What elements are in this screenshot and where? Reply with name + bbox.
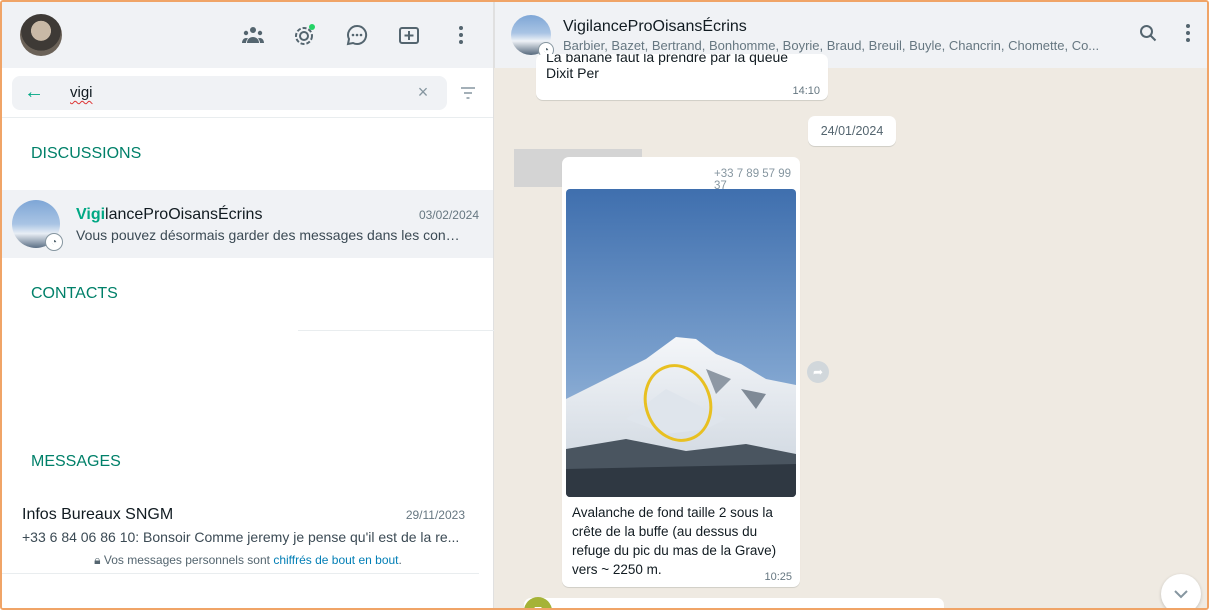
chat-name-highlight: Vigi <box>76 205 106 223</box>
left-header <box>2 2 493 68</box>
app-window: ← vigi × DISCUSSIONS ◔ VigilanceProOisan… <box>0 0 1209 610</box>
message-text: Dixit Per <box>546 65 599 81</box>
next-message-bubble[interactable] <box>524 598 944 608</box>
chat-name: VigilanceProOisansÉcrins <box>76 206 262 224</box>
forward-icon[interactable]: ➦ <box>807 361 829 383</box>
status-icon[interactable] <box>293 23 317 47</box>
encryption-prefix: Vos messages personnels sont <box>103 553 274 567</box>
image-message-bubble[interactable]: +33 7 89 57 99 37 Avalanche de fond tail… <box>562 157 800 587</box>
avalanche-photo[interactable] <box>566 189 796 497</box>
search-bar: ← vigi × <box>2 68 493 118</box>
chat-preview: Vous pouvez désormais garder des message… <box>76 226 462 243</box>
contacts-empty <box>2 330 494 430</box>
back-arrow-icon[interactable]: ← <box>24 81 60 104</box>
scroll-down-button[interactable] <box>1161 574 1201 608</box>
section-discussions: DISCUSSIONS <box>31 145 142 162</box>
filter-icon[interactable] <box>453 86 483 99</box>
chat-list-panel: ← vigi × DISCUSSIONS ◔ VigilanceProOisan… <box>2 2 494 608</box>
section-messages: MESSAGES <box>31 453 121 470</box>
search-icon[interactable] <box>1139 24 1157 47</box>
chat-item-vigilance[interactable]: ◔ VigilanceProOisansÉcrins 03/02/2024 Vo… <box>2 190 493 258</box>
section-contacts: CONTACTS <box>31 285 118 302</box>
message-bubble[interactable]: La banane faut la prendre par la queue D… <box>536 54 828 100</box>
search-box[interactable]: ← vigi × <box>12 75 447 110</box>
encryption-notice: 🔒︎ Vos messages personnels sont chiffrés… <box>2 553 494 568</box>
message-preview: +33 6 84 06 86 10: Bonsoir Comme jeremy … <box>22 529 460 545</box>
message-time: 10:25 <box>764 571 792 583</box>
image-caption: Avalanche de fond taille 2 sous la crête… <box>572 505 777 577</box>
chat-date: 03/02/2024 <box>418 207 479 222</box>
conversation-panel: ◔ VigilanceProOisansÉcrins Barbier, Baze… <box>494 2 1207 608</box>
new-chat-icon[interactable] <box>397 23 421 47</box>
user-avatar[interactable] <box>20 14 62 56</box>
chat-name-rest: lanceProOisansÉcrins <box>105 205 263 223</box>
clear-search-icon[interactable]: × <box>411 82 435 103</box>
divider <box>298 330 494 331</box>
group-name: VigilanceProOisansÉcrins <box>563 17 747 35</box>
lock-icon: 🔒︎ <box>94 553 101 567</box>
group-header-avatar[interactable]: ◔ <box>511 15 554 58</box>
message-time: 14:10 <box>792 85 820 97</box>
channels-icon[interactable] <box>345 23 369 47</box>
date-separator: 24/01/2024 <box>808 116 896 146</box>
search-input[interactable]: vigi <box>60 84 411 101</box>
message-chat-name: Infos Bureaux SNGM <box>22 506 174 523</box>
group-members: Barbier, Bazet, Bertrand, Bonhomme, Boyr… <box>563 37 1100 53</box>
message-text-cut: La banane faut la prendre par la queue <box>546 54 789 65</box>
message-date: 29/11/2023 <box>405 508 465 522</box>
encryption-suffix: . <box>398 553 402 567</box>
community-icon[interactable] <box>241 23 265 47</box>
encryption-link[interactable]: chiffrés de bout en bout <box>273 553 398 567</box>
group-badge-icon: ◔ <box>45 233 63 251</box>
menu-icon[interactable] <box>449 23 473 47</box>
conversation-menu-icon[interactable] <box>1185 23 1191 48</box>
group-avatar: ◔ <box>12 200 63 251</box>
chevron-down-icon <box>1174 589 1188 598</box>
